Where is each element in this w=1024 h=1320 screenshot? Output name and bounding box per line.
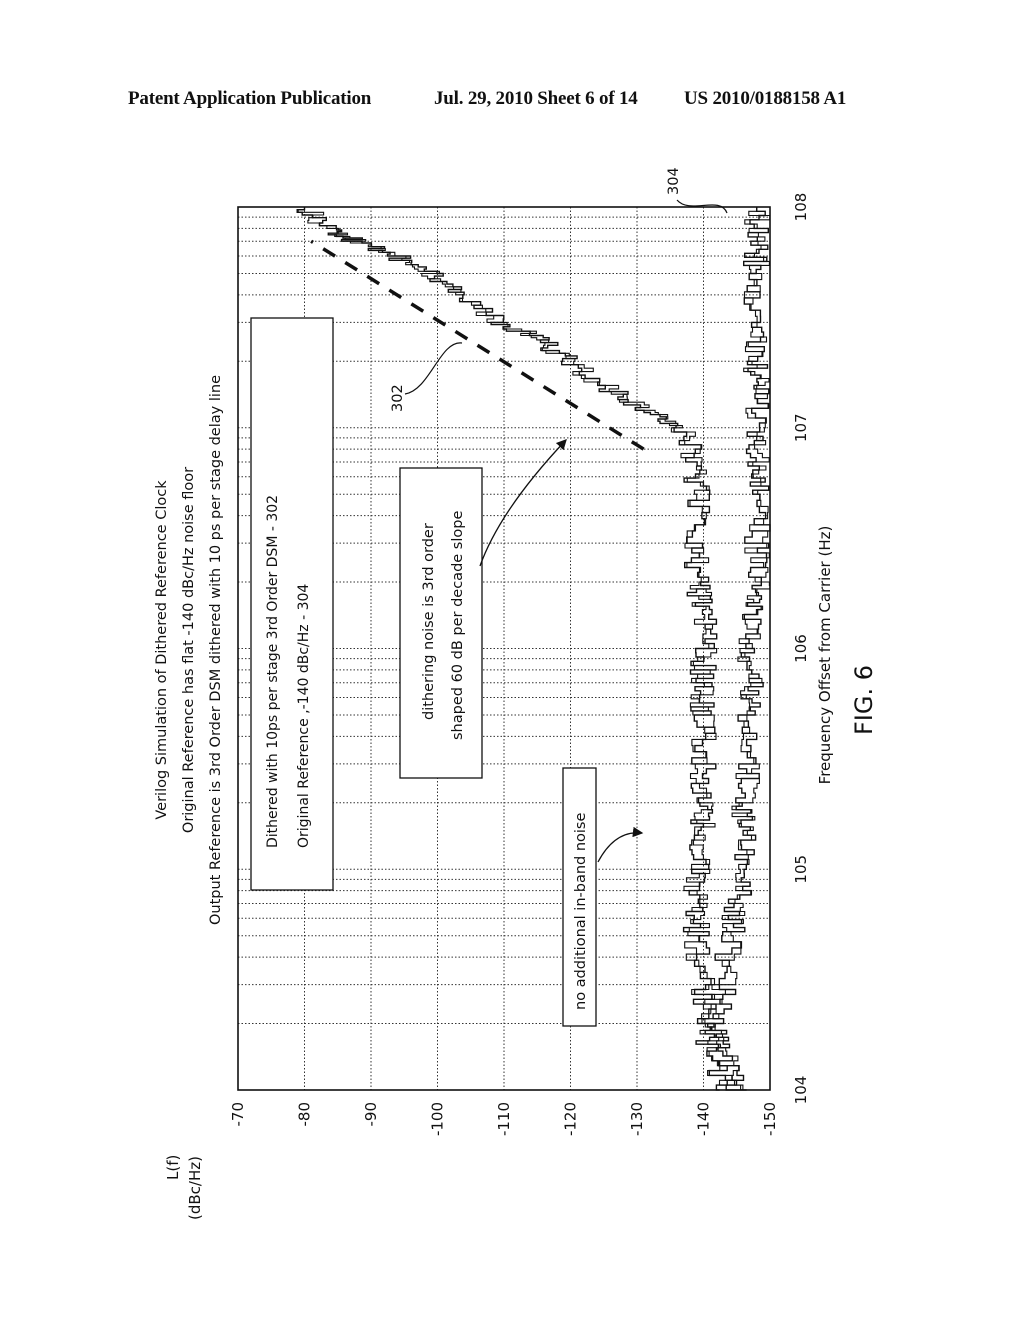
annotation-inband: no additional in-band noise [573,813,589,1010]
legend-box [250,317,334,891]
x-tick-label: 104 [792,1076,810,1105]
x-axis-label: Frequency Offset from Carrier (Hz) [816,526,834,785]
y-axis-label-line1: L(f) [164,1155,182,1180]
x-tick-label: 108 [792,193,810,222]
arrow-dithering [479,439,567,567]
y-tick-label: -130 [628,1102,646,1136]
y-axis-label-line2: (dBc/Hz) [186,1156,204,1220]
annotation-dithering-line2: shaped 60 dB per decade slope [450,511,466,740]
annotation-dithering-line1: dithering noise is 3rd order [421,523,437,720]
series-302 [296,207,738,1091]
y-tick-label: -80 [296,1102,314,1127]
y-tick-label: -110 [495,1102,513,1136]
legend-entry-302: Dithered with 10ps per stage 3rd Order D… [265,495,281,848]
figure-label: FIG. 6 [850,665,878,735]
x-tick-label: 107 [792,413,810,442]
y-tick-label: -90 [362,1102,380,1127]
chart-title-line2: Original Reference has flat -140 dBc/Hz … [181,467,197,833]
series-slope-line [310,239,645,451]
y-tick-label: -100 [429,1102,447,1136]
y-tick-label: -150 [761,1102,779,1136]
arrow-inband [597,826,644,863]
y-tick-label: -140 [695,1102,713,1136]
chart-title-line3: Output Reference is 3rd Order DSM dither… [208,375,224,925]
label-302: 302 [390,384,406,412]
y-tick-label: -70 [229,1102,247,1127]
annotation-box-dithering [399,467,483,779]
leader-302 [404,342,463,395]
chart-title-line1: Verilog Simulation of Dithered Reference… [154,480,170,820]
legend-entry-304: Original Reference ,-140 dBc/Hz - 304 [296,584,312,848]
y-tick-label: -120 [562,1102,580,1136]
x-tick-label: 106 [792,634,810,663]
x-tick-label: 105 [792,855,810,884]
label-304: 304 [666,167,682,195]
figure-6-chart: Dithered with 10ps per stage 3rd Order D… [154,167,878,1220]
